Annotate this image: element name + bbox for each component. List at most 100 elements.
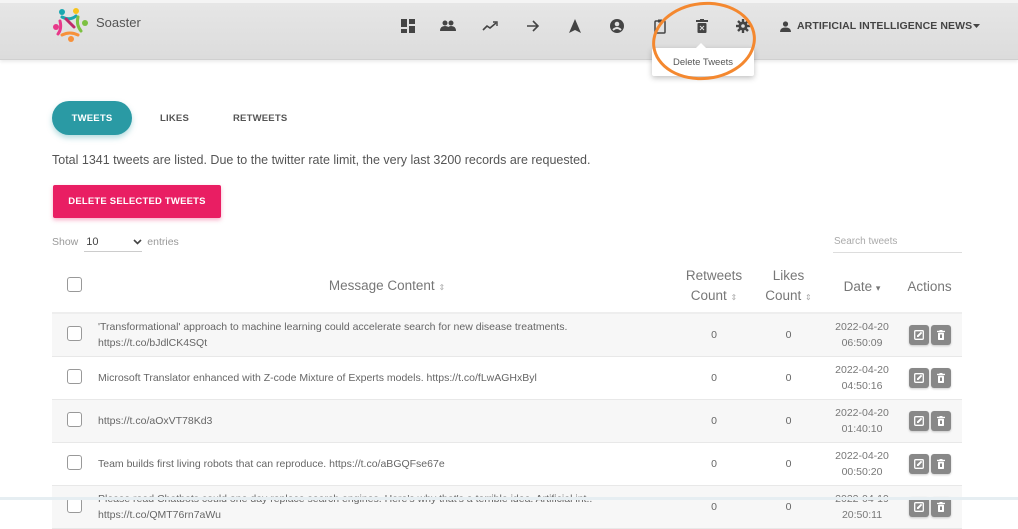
edit-tweet-button[interactable] [908, 411, 929, 431]
table-row: Microsoft Translator enhanced with Z-cod… [52, 356, 962, 400]
likes-count-cell: 0 [750, 442, 827, 486]
delete-tweet-button[interactable] [930, 454, 951, 474]
message-cell: 'Transformational' approach to machine l… [96, 313, 678, 357]
delete-tweet-button[interactable] [930, 411, 951, 431]
tab-tweets[interactable]: TWEETS [52, 101, 132, 135]
person-icon [780, 20, 791, 32]
sort-icon: ⇕ [730, 293, 738, 302]
trash-icon [936, 502, 945, 512]
retweets-count-header[interactable]: Retweets Count ⇕ [678, 262, 750, 314]
message-content-header[interactable]: Message Content ⇕ [96, 262, 678, 314]
message-cell: Team builds first living robots that can… [96, 442, 678, 486]
message-cell: Please read Chatbots could one day repla… [96, 485, 678, 529]
tweet-type-tabs: TWEETS LIKES RETWEETS [52, 101, 287, 135]
edit-icon [913, 459, 924, 469]
retweets-count-cell: 0 [678, 313, 750, 357]
delete-tweet-button[interactable] [930, 497, 951, 517]
message-text: Microsoft Translator enhanced with Z-cod… [98, 372, 537, 384]
select-all-header [52, 262, 96, 314]
table-row: https://t.co/aOxVT78Kd3 0 0 2022-04-20 01:40… [52, 399, 962, 443]
date-cell: 2022-04-20 04:50:16 [827, 356, 897, 400]
message-cell: https://t.co/aOxVT78Kd3 [96, 399, 678, 443]
likes-count-header[interactable]: Likes Count ⇕ [750, 262, 827, 314]
entries-label: entries [147, 236, 179, 248]
date-cell: 2022-04-20 01:40:10 [827, 399, 897, 443]
user-menu-label: ARTIFICIAL INTELLIGENCE NEWS [797, 20, 973, 32]
actions-cell [897, 356, 962, 400]
table-header-row: Message Content ⇕ Retweets Count ⇕ Likes C… [52, 262, 962, 314]
edit-tweet-button[interactable] [908, 325, 929, 345]
entries-length-control: Show 10 entries [52, 232, 179, 252]
date-header[interactable]: Date ▾ [827, 262, 897, 314]
edit-icon [913, 373, 924, 383]
row-checkbox[interactable] [66, 498, 82, 513]
arrow-right-icon[interactable] [524, 17, 542, 35]
message-link[interactable]: https://t.co/bJdlCK4SQt [98, 337, 207, 349]
navigation-icon[interactable] [566, 17, 584, 35]
sort-icon: ⇕ [805, 293, 812, 302]
sort-desc-icon: ▾ [875, 282, 881, 293]
row-checkbox[interactable] [66, 455, 82, 470]
edit-icon [913, 416, 924, 426]
row-checkbox[interactable] [66, 326, 82, 341]
row-select-cell [52, 399, 96, 443]
actions-cell [897, 485, 962, 529]
delete-icon[interactable] [693, 17, 711, 35]
delete-tweet-button[interactable] [930, 325, 951, 345]
tweets-table: Message Content ⇕ Retweets Count ⇕ Likes C… [52, 262, 962, 529]
actions-cell [897, 313, 962, 357]
row-select-cell [52, 356, 96, 400]
trash-icon [936, 330, 945, 340]
actions-header: Actions [897, 262, 962, 314]
delete-selected-tweets-button[interactable]: DELETE SELECTED TWEETS [53, 185, 221, 218]
delete-tweet-button[interactable] [930, 368, 951, 388]
retweets-count-cell: 0 [678, 356, 750, 400]
date-cell: 2022-04-20 06:50:09 [827, 313, 897, 357]
top-navbar: Soaster ARTIFICIAL INTELLIGENCE NEWS [0, 0, 1018, 60]
likes-count-cell: 0 [750, 399, 827, 443]
retweets-count-cell: 0 [678, 485, 750, 529]
edit-tweet-button[interactable] [908, 368, 929, 388]
dashboard-icon[interactable] [399, 17, 417, 35]
brand-name[interactable]: Soaster [96, 15, 141, 30]
user-menu[interactable]: ARTIFICIAL INTELLIGENCE NEWS [780, 20, 981, 32]
row-select-cell [52, 485, 96, 529]
actions-cell [897, 399, 962, 443]
edit-icon [913, 502, 924, 512]
table-row: Team builds first living robots that can… [52, 442, 962, 486]
likes-count-cell: 0 [750, 313, 827, 357]
settings-icon[interactable] [734, 17, 752, 35]
show-label: Show [52, 236, 79, 248]
message-link[interactable]: https://t.co/QMT76rn7aWu [98, 509, 221, 521]
trash-icon [936, 373, 945, 383]
message-text: https://t.co/aOxVT78Kd3 [98, 415, 213, 427]
edit-tweet-button[interactable] [908, 454, 929, 474]
date-cell: 2022-04-1920:50:11 [827, 485, 897, 529]
trash-icon [936, 459, 945, 469]
soaster-logo[interactable] [52, 7, 88, 43]
clipboard-icon[interactable] [651, 17, 669, 35]
actions-cell [897, 442, 962, 486]
tab-likes[interactable]: LIKES [160, 113, 189, 124]
entries-select[interactable]: 10 [84, 232, 143, 252]
followers-icon[interactable] [439, 17, 457, 35]
account-circle-icon[interactable] [608, 17, 626, 35]
message-text: 'Transformational' approach to machine l… [98, 321, 568, 333]
retweets-count-cell: 0 [678, 442, 750, 486]
row-checkbox[interactable] [66, 412, 82, 427]
row-select-cell [52, 313, 96, 357]
tab-retweets[interactable]: RETWEETS [233, 113, 287, 124]
trending-icon[interactable] [481, 17, 499, 35]
tweets-info-text: Total 1341 tweets are listed. Due to the… [52, 153, 591, 167]
row-checkbox[interactable] [66, 369, 82, 384]
select-all-checkbox[interactable] [66, 276, 82, 292]
chevron-down-icon [133, 238, 142, 245]
search-tweets-input[interactable] [833, 230, 962, 253]
message-text: Team builds first living robots that can… [98, 458, 445, 470]
edit-tweet-button[interactable] [908, 497, 929, 517]
date-cell: 2022-04-20 00:50:20 [827, 442, 897, 486]
table-row: 'Transformational' approach to machine l… [52, 313, 962, 357]
likes-count-cell: 0 [750, 356, 827, 400]
edit-icon [913, 330, 924, 340]
row-select-cell [52, 442, 96, 486]
